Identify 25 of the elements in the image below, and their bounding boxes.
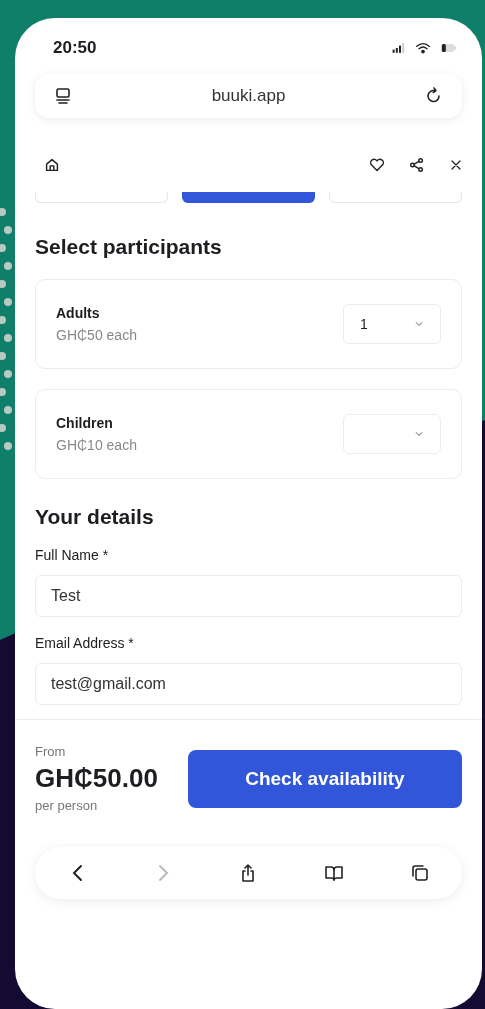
check-availability-button[interactable]: Check availability xyxy=(187,749,462,808)
url-text: buuki.app xyxy=(211,86,286,106)
tabs-icon[interactable] xyxy=(409,863,430,883)
participant-price: GH₵50 each xyxy=(56,327,137,343)
wifi-icon xyxy=(414,40,432,56)
bookmarks-icon[interactable] xyxy=(322,863,345,883)
home-icon[interactable] xyxy=(43,156,61,174)
price-prefix: From xyxy=(35,744,67,759)
share-icon[interactable] xyxy=(408,156,426,174)
section-heading: Select participants xyxy=(35,235,223,259)
participant-name: Children xyxy=(56,415,114,431)
field-label: Full Name * xyxy=(35,547,110,563)
address-bar[interactable]: buuki.app xyxy=(35,74,462,118)
quantity-dropdown[interactable]: 1 xyxy=(343,304,441,344)
page-menu-icon[interactable] xyxy=(53,86,73,106)
input-field[interactable]: Test xyxy=(35,575,462,617)
input-field[interactable]: test@gmail.com xyxy=(35,663,462,705)
price-suffix: per person xyxy=(35,798,99,813)
participant-name: Adults xyxy=(56,305,101,321)
section-heading: Your details xyxy=(35,505,155,529)
field-label: Email Address * xyxy=(35,635,135,651)
status-time: 20:50 xyxy=(53,38,97,58)
heart-icon[interactable] xyxy=(368,156,386,174)
participant-price: GH₵10 each xyxy=(56,437,137,453)
price-amount: GH₵50.00 xyxy=(35,763,158,794)
